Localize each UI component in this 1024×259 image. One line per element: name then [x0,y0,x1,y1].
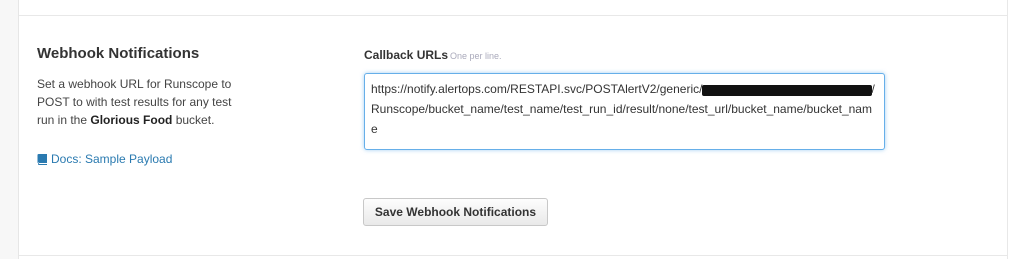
callback-url-prefix: https://notify.alertops.com/RESTAPI.svc/… [371,82,703,96]
book-icon [37,153,47,165]
save-webhook-button[interactable]: Save Webhook Notifications [363,198,548,226]
section-divider-bottom [19,255,1008,256]
section-divider-top [19,15,1008,16]
redacted-token: 12ae8a5522ec4701ae59d0ed1622f79 [702,85,872,96]
right-gutter [1007,0,1024,259]
docs-sample-payload-link[interactable]: Docs: Sample Payload [37,152,172,166]
callback-label-text: Callback URLs [364,48,449,62]
description-text-end: bucket. [172,113,215,127]
callback-urls-textarea[interactable]: https://notify.alertops.com/RESTAPI.svc/… [364,73,885,150]
callback-hint: One per line. [450,51,502,61]
bucket-name: Glorious Food [90,113,173,127]
left-gutter [0,0,19,259]
section-description: Set a webhook URL for Runscope to POST t… [37,75,252,129]
callback-urls-label: Callback URLs One per line. [364,48,502,62]
docs-link-label: Docs: Sample Payload [51,152,173,166]
section-title: Webhook Notifications [37,45,200,62]
